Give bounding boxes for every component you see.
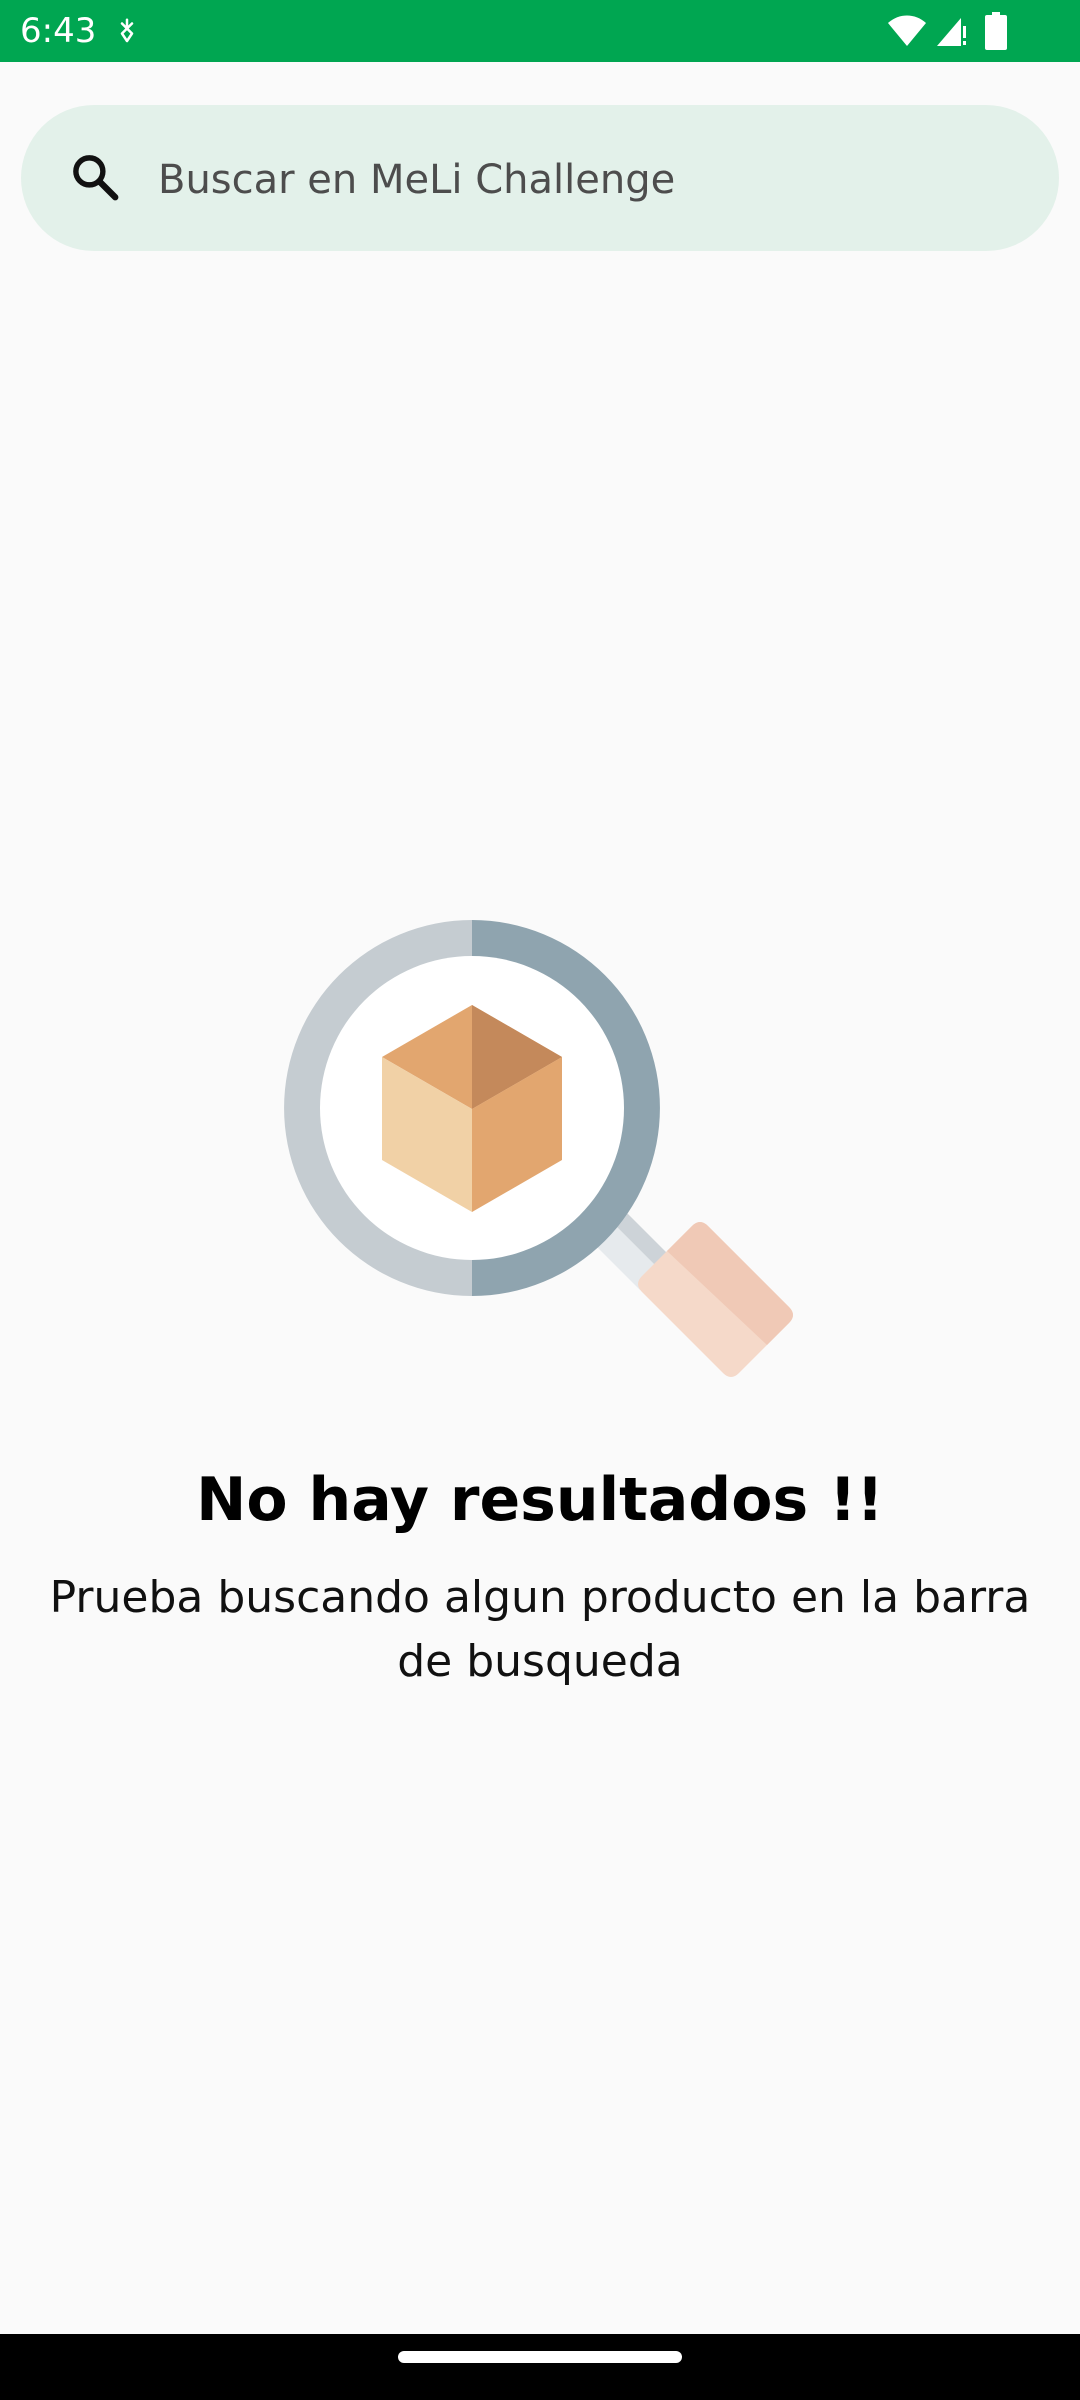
search-icon[interactable] — [68, 150, 122, 204]
signal-icon — [937, 18, 966, 46]
magnifier-handle — [638, 1222, 793, 1377]
status-bar: 6:43 — [0, 0, 1080, 62]
search-input[interactable] — [158, 135, 1018, 225]
data-saver-icon — [120, 18, 134, 43]
empty-state-title: No hay resultados !! — [196, 1465, 884, 1535]
battery-icon — [985, 12, 1007, 50]
navigation-bar — [0, 2334, 1080, 2400]
empty-state-message: Prueba buscando algun producto en la bar… — [49, 1572, 1031, 1687]
wifi-icon — [888, 15, 926, 46]
empty-results-illustration — [284, 920, 793, 1377]
status-time: 6:43 — [20, 11, 97, 51]
home-gesture-handle[interactable] — [398, 2351, 682, 2363]
